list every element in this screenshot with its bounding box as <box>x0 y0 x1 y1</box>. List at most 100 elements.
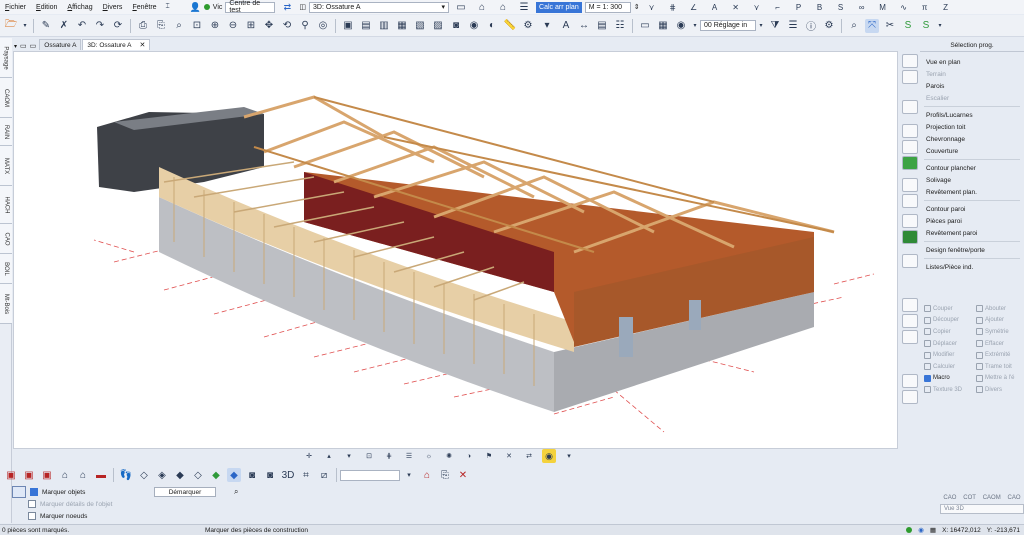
snap-p-icon[interactable]: P <box>792 0 806 14</box>
rp-solivage[interactable]: Solivage <box>920 174 1024 186</box>
rp-profils-lucarnes[interactable]: Profils/Lucarnes <box>920 109 1024 121</box>
macro-tool-icon[interactable] <box>902 374 918 388</box>
text-icon[interactable]: A <box>559 19 573 33</box>
action-symetrie[interactable]: Symétrie <box>972 326 1024 338</box>
select-floor-icon[interactable]: ⌂ <box>76 468 90 482</box>
select-wall-icon[interactable]: ▬ <box>94 468 108 482</box>
nav-shadow-icon[interactable]: ◑ <box>462 449 476 463</box>
joists-icon[interactable] <box>902 194 918 208</box>
snap-m-icon[interactable]: M <box>876 0 890 14</box>
action-couper[interactable]: Couper <box>920 303 972 315</box>
rp-escalier[interactable]: Escalier <box>920 92 1024 104</box>
snap-y-icon[interactable]: ⋎ <box>750 0 764 14</box>
eye-icon[interactable]: ◉ <box>467 19 481 33</box>
redo-icon[interactable]: ↷ <box>93 19 107 33</box>
zoom-all-icon[interactable]: ⌕ <box>172 19 186 33</box>
select-group-icon[interactable]: ▣ <box>22 468 36 482</box>
undo-icon[interactable]: ↶ <box>75 19 89 33</box>
clip-icon[interactable]: ⌗ <box>299 468 313 482</box>
mark-nodes-radio[interactable] <box>28 512 36 520</box>
view-side-icon[interactable]: ▤ <box>359 19 373 33</box>
view-top-icon[interactable]: ▥ <box>377 19 391 33</box>
cube-color-icon[interactable]: ◆ <box>209 468 223 482</box>
wall-pieces-icon[interactable] <box>902 230 918 244</box>
nav-fit-icon[interactable]: ⊡ <box>362 449 376 463</box>
camera-photo-icon[interactable]: ◙ <box>245 468 259 482</box>
open-folder-icon[interactable]: 🗁 <box>4 19 18 33</box>
nav-flag-icon[interactable]: ⚑ <box>482 449 496 463</box>
select-house-icon[interactable]: ⌂ <box>58 468 72 482</box>
roof-icon[interactable]: ⌂ <box>475 0 489 14</box>
wall-contour-icon[interactable] <box>902 214 918 228</box>
action-extremite[interactable]: Extrémité <box>972 349 1024 361</box>
dropdown-icon[interactable]: ▾ <box>22 19 28 33</box>
dropdown-icon-2[interactable]: ▾ <box>692 19 698 33</box>
vl-cao2-button[interactable]: CAO <box>1008 495 1021 501</box>
action-copier[interactable]: Copier <box>920 326 972 338</box>
snap-tilde-icon[interactable]: ∿ <box>897 0 911 14</box>
menu-fichier[interactable]: Fichier <box>0 4 31 11</box>
tab-cao[interactable]: CAO <box>0 224 12 254</box>
print-icon[interactable]: ⎙ <box>136 19 150 33</box>
tab-hach[interactable]: HACH <box>0 186 12 224</box>
action-abouter[interactable]: Abouter <box>972 303 1024 315</box>
snap-v-icon[interactable]: ⋎ <box>645 0 659 14</box>
view-name-input[interactable]: Vue 3D <box>940 504 1024 514</box>
select-all-icon[interactable]: ▣ <box>40 468 54 482</box>
snap-z-icon[interactable]: Z <box>939 0 953 14</box>
snap-b-icon[interactable]: B <box>813 0 827 14</box>
nav-sun-icon[interactable]: ✺ <box>442 449 456 463</box>
object-info-icon[interactable]: ⓘ <box>804 19 818 33</box>
binoculars-icon[interactable]: ⌕ <box>847 19 861 33</box>
snap-angle-icon[interactable]: ∠ <box>687 0 701 14</box>
scissor-icon[interactable]: ✂ <box>883 19 897 33</box>
nav-dropdown-icon[interactable]: ▾ <box>562 449 576 463</box>
plan-view-icon[interactable] <box>902 54 918 68</box>
select-piece-icon[interactable]: ▣ <box>4 468 18 482</box>
mark-details-row[interactable]: Marquer détails de l'objet <box>10 498 310 510</box>
orbit-icon[interactable]: ◎ <box>316 19 330 33</box>
rp-chevronnage[interactable]: Chevronnage <box>920 133 1024 145</box>
zoom-window-icon[interactable]: ⊡ <box>190 19 204 33</box>
rp-contour-plancher[interactable]: Contour plancher <box>920 162 1024 174</box>
walls-icon[interactable] <box>902 100 918 114</box>
list-icon[interactable] <box>902 298 918 312</box>
properties-icon[interactable]: ☰ <box>786 19 800 33</box>
rp-contour-paroi[interactable]: Contour paroi <box>920 203 1024 215</box>
cursor-select-icon[interactable]: ⤧ <box>865 18 879 33</box>
house-icon[interactable]: ⌂ <box>496 0 510 14</box>
dropdown-icon-3[interactable]: ▾ <box>937 19 943 33</box>
tab-doc2-icon[interactable]: ▭ <box>30 42 37 50</box>
print-preview-icon[interactable]: ⎘ <box>154 19 168 33</box>
texture-tool-icon[interactable] <box>902 390 918 404</box>
settings-icon[interactable]: ⚙ <box>521 19 535 33</box>
rp-listes-piece[interactable]: Listes/Pièce ind. <box>920 261 1024 273</box>
action-macro[interactable]: Macro <box>920 373 972 385</box>
cube-texture-icon[interactable]: ◆ <box>227 468 241 482</box>
rp-pieces-paroi[interactable]: Pièces paroi <box>920 215 1024 227</box>
filter-icon[interactable]: ⧩ <box>768 19 782 33</box>
gear-icon[interactable]: ⚙ <box>822 19 836 33</box>
pan-icon[interactable]: ✥ <box>262 19 276 33</box>
blank-dropdown[interactable]: ▾ <box>539 19 555 33</box>
tab-doc-icon[interactable]: ▭ <box>20 42 27 50</box>
cube-shade-icon[interactable]: ◆ <box>173 468 187 482</box>
nav-up-icon[interactable]: ▴ <box>322 449 336 463</box>
window-icon[interactable]: ▭ <box>454 0 468 14</box>
tab-caom[interactable]: CAOM <box>0 78 12 118</box>
tab-matx[interactable]: MATX <box>0 146 12 186</box>
copy-tool-icon[interactable] <box>902 330 918 344</box>
nav-layers-icon[interactable]: ☰ <box>402 449 416 463</box>
view-3d-icon[interactable]: 3D <box>281 468 295 482</box>
action-divers[interactable]: Divers <box>972 384 1024 396</box>
tab-3d-ossature-a[interactable]: 3D: Ossature A ✕ <box>82 39 151 50</box>
zoom-out-icon[interactable]: ⊖ <box>226 19 240 33</box>
view-section-icon[interactable]: ▨ <box>431 19 445 33</box>
nav-grid-icon[interactable]: ⋕ <box>382 449 396 463</box>
vl-caom-button[interactable]: CAOM <box>983 495 1001 501</box>
snap-a-icon[interactable]: A <box>708 0 722 14</box>
rp-revetement-paroi[interactable]: Revêtement paroi <box>920 227 1024 239</box>
menu-divers[interactable]: Divers <box>98 4 128 11</box>
cube-hidden-icon[interactable]: ◈ <box>155 468 169 482</box>
nav-down-icon[interactable]: ▾ <box>342 449 356 463</box>
